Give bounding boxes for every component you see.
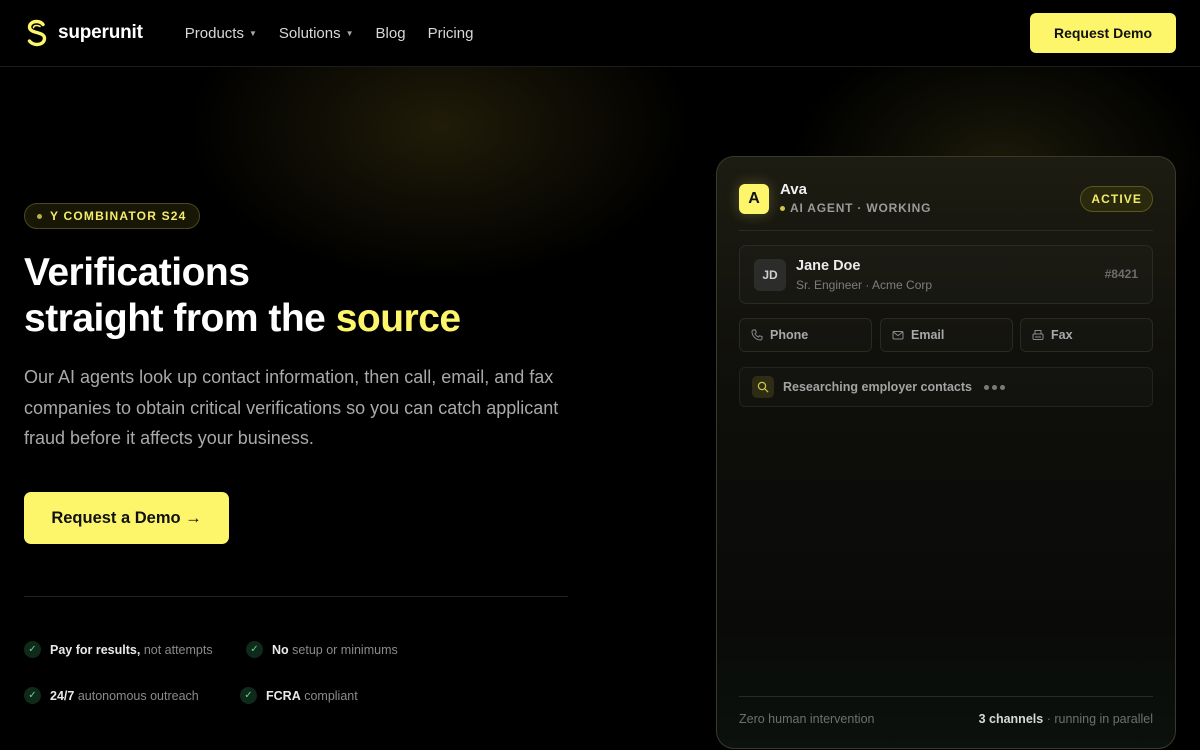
headline-accent: source bbox=[335, 297, 461, 340]
menu-item-label: Pricing bbox=[427, 24, 474, 42]
menu-item-label: Products bbox=[184, 24, 244, 42]
task-status: Researching employer contacts bbox=[739, 367, 1153, 407]
active-badge: ACTIVE bbox=[1080, 186, 1153, 212]
footer-channels: 3 channels · running in parallel bbox=[979, 712, 1153, 726]
agent-card: A Ava AI AGENT · WORKING ACTIVE JD Jane … bbox=[716, 156, 1176, 749]
caret-down-icon: ▼ bbox=[345, 28, 354, 38]
badge-label: Y COMBINATOR S24 bbox=[50, 209, 187, 223]
feature-rest: autonomous outreach bbox=[77, 688, 199, 703]
phone-icon bbox=[751, 329, 763, 341]
contact-avatar: JD bbox=[754, 259, 786, 291]
contact-name: Jane Doe bbox=[796, 258, 861, 274]
card-divider bbox=[739, 230, 1153, 231]
feature-rest: not attempts bbox=[143, 642, 213, 657]
badge-dot-icon bbox=[37, 213, 42, 219]
channel-fax: Fax bbox=[1020, 318, 1153, 352]
hero-subtext: Our AI agents look up contact informatio… bbox=[24, 367, 559, 448]
headline-line-1: Verifications bbox=[24, 251, 250, 294]
channel-email: Email bbox=[880, 318, 1013, 352]
feature-item: ✓ 24/7 autonomous outreach bbox=[24, 687, 199, 704]
agent-avatar: A bbox=[739, 184, 769, 214]
headline-line-2: straight from the bbox=[24, 297, 326, 340]
footer-channels-note: · running in parallel bbox=[1046, 712, 1153, 726]
logo-mark-icon bbox=[27, 19, 47, 47]
request-demo-button[interactable]: Request Demo bbox=[1030, 13, 1176, 53]
agent-name: Ava bbox=[780, 181, 807, 198]
agent-header: A Ava AI AGENT · WORKING ACTIVE bbox=[739, 181, 1153, 217]
feature-rest: compliant bbox=[304, 688, 358, 703]
menu-item-label: Solutions bbox=[278, 24, 341, 42]
menu-item-solutions[interactable]: Solutions ▼ bbox=[279, 25, 354, 42]
feature-rest: setup or minimums bbox=[292, 642, 398, 657]
yc-badge: Y COMBINATOR S24 bbox=[24, 203, 200, 229]
footer-note: Zero human intervention bbox=[739, 712, 875, 726]
feature-bold: Pay for results, bbox=[50, 642, 141, 657]
feature-text: FCRA compliant bbox=[266, 689, 358, 703]
caret-down-icon: ▼ bbox=[248, 28, 257, 38]
feature-text: No setup or minimums bbox=[272, 643, 398, 657]
menu-item-label: Blog bbox=[375, 24, 406, 42]
menu-item-pricing[interactable]: Pricing bbox=[428, 25, 474, 42]
feature-item: ✓ No setup or minimums bbox=[246, 641, 398, 658]
feature-item: ✓ Pay for results, not attempts bbox=[24, 641, 213, 658]
loading-dots-icon bbox=[983, 384, 1005, 390]
task-text: Researching employer contacts bbox=[783, 380, 972, 394]
check-icon: ✓ bbox=[24, 641, 41, 658]
card-footer-divider bbox=[739, 696, 1153, 697]
footer-channels-count: 3 channels bbox=[978, 712, 1044, 726]
brand-name: superunit bbox=[58, 22, 143, 43]
agent-status-text: AI AGENT · WORKING bbox=[790, 201, 932, 215]
feature-bold: FCRA bbox=[266, 688, 301, 703]
contact-role: Sr. Engineer · Acme Corp bbox=[796, 278, 933, 292]
hero-divider bbox=[24, 596, 568, 597]
feature-text: Pay for results, not attempts bbox=[50, 643, 213, 657]
fax-icon bbox=[1032, 330, 1044, 340]
main-menu: Products ▼ Solutions ▼ Blog Pricing bbox=[185, 25, 474, 42]
contact-id: #8421 bbox=[1104, 267, 1138, 281]
feature-bold: No bbox=[272, 642, 289, 657]
mail-icon bbox=[892, 331, 904, 340]
check-icon: ✓ bbox=[240, 687, 257, 704]
request-a-demo-button[interactable]: Request a Demo → bbox=[24, 492, 229, 544]
agent-status: AI AGENT · WORKING bbox=[780, 201, 931, 215]
menu-item-products[interactable]: Products ▼ bbox=[185, 25, 257, 42]
search-icon bbox=[752, 376, 774, 398]
brand-logo[interactable]: superunit bbox=[24, 19, 143, 47]
feature-item: ✓ FCRA compliant bbox=[240, 687, 358, 704]
feature-text: 24/7 autonomous outreach bbox=[50, 689, 199, 703]
menu-item-blog[interactable]: Blog bbox=[376, 25, 406, 42]
channel-phone: Phone bbox=[739, 318, 872, 352]
feature-bold: 24/7 bbox=[50, 688, 75, 703]
channel-label: Fax bbox=[1051, 328, 1073, 342]
hero-headline: Verifications straight from the source bbox=[24, 250, 624, 342]
channel-label: Phone bbox=[770, 328, 809, 342]
contact-card: JD Jane Doe Sr. Engineer · Acme Corp #84… bbox=[739, 245, 1153, 304]
check-icon: ✓ bbox=[24, 687, 41, 704]
top-nav: superunit Products ▼ Solutions ▼ Blog Pr… bbox=[0, 0, 1200, 67]
status-dot-icon bbox=[780, 205, 785, 211]
check-icon: ✓ bbox=[246, 641, 263, 658]
channel-label: Email bbox=[911, 328, 945, 342]
